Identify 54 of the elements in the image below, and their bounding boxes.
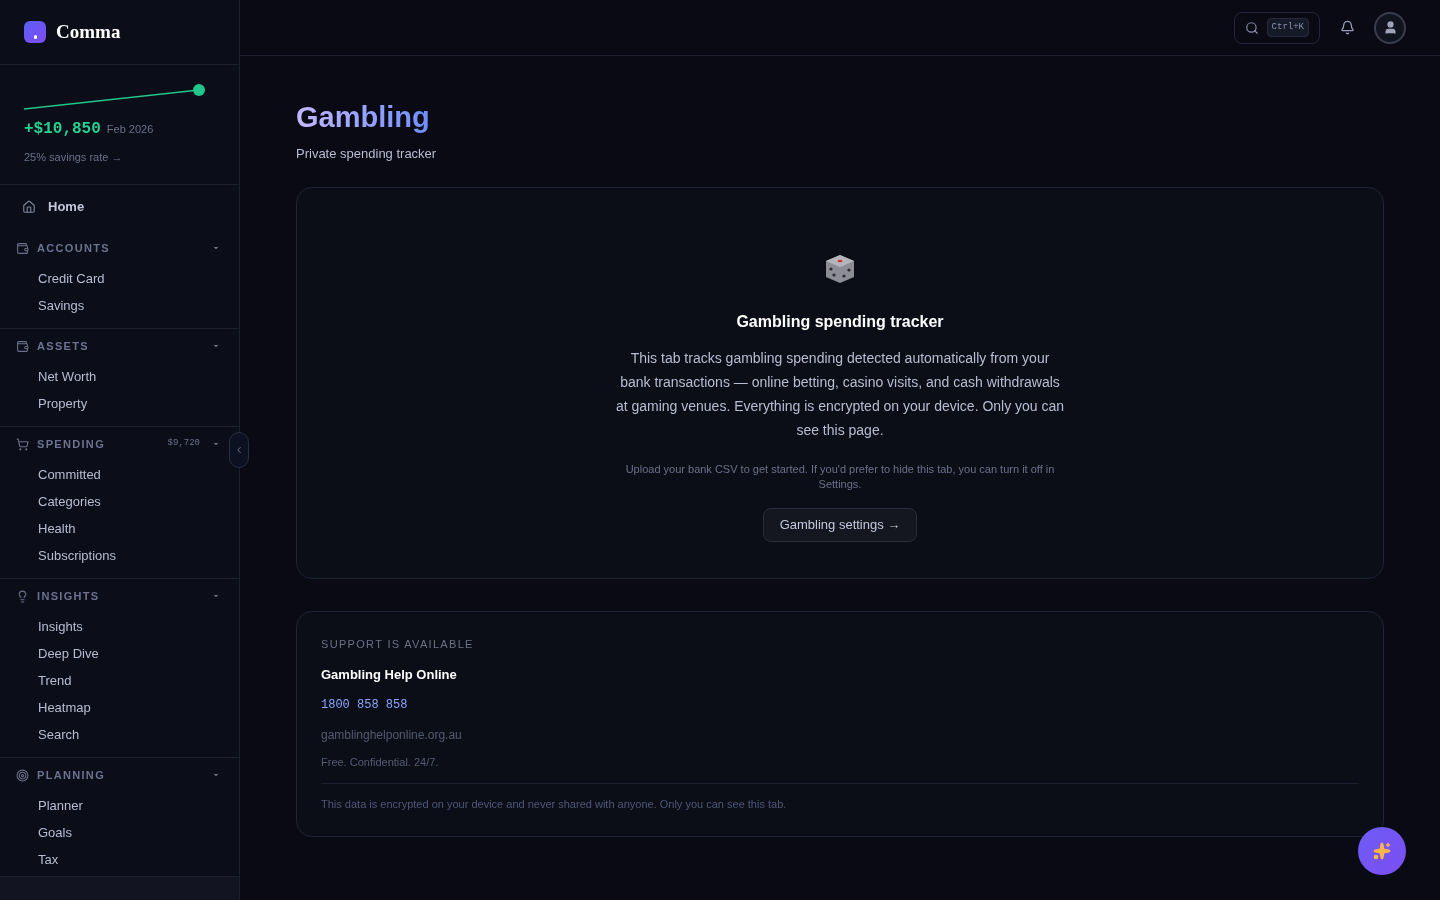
gambling-settings-button[interactable]: Gambling settings → bbox=[762, 508, 918, 542]
nav-item[interactable]: Insights bbox=[0, 613, 239, 640]
tracker-hint: Upload your bank CSV to get started. If you'd prefer to hide this tab, you can turn it off in Settings. bbox=[624, 462, 1056, 492]
nav-item[interactable]: Heatmap bbox=[0, 694, 239, 721]
search-button[interactable]: Ctrl+K bbox=[1233, 11, 1320, 44]
wallet-icon bbox=[16, 339, 29, 353]
shortcut-key: Ctrl+K bbox=[1266, 17, 1309, 38]
section-header[interactable]: PLANNING bbox=[0, 758, 224, 792]
tracker-description: This tab tracks gambling spending detected automatically from your bank transactions — online betting, casino visits, and cash withdrawals at gaming venues. Everything is encrypted on your device. Only you can see this page. bbox=[615, 349, 1065, 440]
cart-icon bbox=[16, 437, 29, 451]
savings-amount: +$10,850 bbox=[24, 119, 101, 140]
nav-item[interactable]: Planner bbox=[0, 792, 239, 819]
nav-item[interactable]: Net Worth bbox=[0, 363, 239, 390]
nav-item[interactable]: Trend bbox=[0, 667, 239, 694]
nav-item[interactable]: Credit Card bbox=[0, 265, 239, 292]
user-icon bbox=[1382, 20, 1398, 35]
target-icon bbox=[16, 768, 29, 782]
dice-icon bbox=[823, 252, 857, 286]
privacy-note: This data is encrypted on your device and never shared with anyone. Only you can see this tab. bbox=[321, 796, 788, 812]
section-header[interactable]: ACCOUNTS bbox=[0, 231, 224, 265]
home-nav-item[interactable]: Home bbox=[0, 185, 239, 229]
nav-item[interactable]: Property bbox=[0, 390, 239, 417]
sparkles-icon bbox=[1373, 842, 1391, 860]
nav-item[interactable]: Deep Dive bbox=[0, 640, 239, 667]
bell-icon bbox=[1339, 20, 1355, 35]
home-icon bbox=[22, 200, 36, 214]
tracker-title: Gambling spending tracker bbox=[736, 312, 944, 332]
support-note: Free. Confidential. 24/7. bbox=[321, 755, 440, 770]
brand-name: Comma bbox=[56, 19, 121, 44]
nav-item[interactable]: Subscriptions bbox=[0, 542, 239, 569]
section-header[interactable]: INSIGHTS bbox=[0, 579, 224, 613]
page-subtitle: Private spending tracker bbox=[296, 144, 438, 163]
section-header[interactable]: SPENDING $9,720 bbox=[0, 427, 224, 461]
support-name: Gambling Help Online bbox=[321, 665, 458, 684]
avatar-button[interactable] bbox=[1374, 11, 1406, 44]
search-icon bbox=[1244, 20, 1259, 35]
section-header[interactable]: ASSETS bbox=[0, 329, 224, 363]
chevron-left-icon bbox=[234, 445, 244, 455]
nav-item[interactable]: Health bbox=[0, 515, 239, 542]
nav-item[interactable]: Categories bbox=[0, 488, 239, 515]
nav-item[interactable]: Savings bbox=[0, 292, 239, 319]
wallet-icon bbox=[16, 241, 29, 255]
savings-period: Feb 2026 bbox=[106, 122, 154, 137]
assistant-button[interactable] bbox=[1358, 827, 1406, 875]
section-total: $9,720 bbox=[167, 437, 200, 451]
support-label: SUPPORT IS AVAILABLE bbox=[321, 637, 475, 652]
support-phone: 1800 858 858 bbox=[321, 697, 409, 714]
lightbulb-icon bbox=[16, 589, 29, 603]
logo-icon bbox=[24, 21, 46, 43]
nav-item[interactable]: Committed bbox=[0, 461, 239, 488]
savings-rate-link[interactable]: 25% savings rate → bbox=[24, 149, 215, 166]
nav-item[interactable]: Tax bbox=[0, 846, 239, 873]
nav-item[interactable]: Goals bbox=[0, 819, 239, 846]
nav-item[interactable]: Search bbox=[0, 721, 239, 748]
